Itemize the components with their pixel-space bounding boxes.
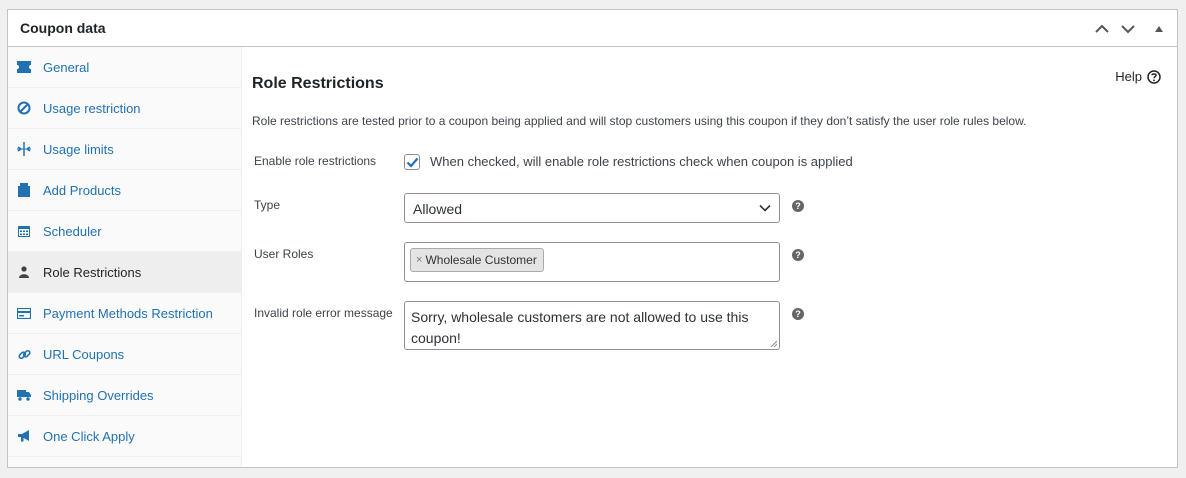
chevron-down-icon [1121,25,1135,34]
question-circle-icon [1147,69,1161,84]
help-label: Help [1115,69,1142,84]
help-link[interactable]: Help [1115,69,1161,84]
move-up-button[interactable] [1092,19,1112,39]
error-message-textarea[interactable]: Sorry, wholesale customers are not allow… [404,301,780,350]
enable-role-restrictions-checkbox[interactable] [404,154,420,170]
tab-shipping-overrides[interactable]: Shipping Overrides [8,375,241,416]
user-icon [17,265,31,279]
role-tag: × Wholesale Customer [410,248,544,272]
tab-one-click-apply[interactable]: One Click Apply [8,416,241,457]
tab-url-coupons[interactable]: URL Coupons [8,334,241,375]
ticket-icon [17,60,31,74]
panel-header: Coupon data [8,10,1177,47]
truck-icon [17,388,31,402]
tab-add-products[interactable]: Add Products [8,170,241,211]
error-message-help-tip[interactable]: ? [792,308,804,320]
type-label: Type [254,198,281,212]
tab-label: Usage limits [43,142,114,157]
box-icon [17,183,31,197]
tab-label: Scheduler [43,224,102,239]
checkmark-icon [406,157,418,168]
coupon-data-panel: Coupon data General Usage restriction Us… [7,9,1178,468]
error-message-label: Invalid role error message [254,306,393,320]
card-icon [17,306,31,320]
tab-label: Shipping Overrides [43,388,154,403]
tab-usage-restriction[interactable]: Usage restriction [8,88,241,129]
triangle-up-icon [1155,26,1163,32]
limits-icon [17,142,31,156]
link-icon [17,347,31,361]
panel-title: Coupon data [20,20,106,36]
tab-label: Add Products [43,183,122,198]
tab-general[interactable]: General [8,47,241,88]
remove-tag-icon[interactable]: × [416,254,422,266]
tab-label: One Click Apply [43,429,135,444]
user-roles-label: User Roles [254,247,314,261]
tab-label: Payment Methods Restriction [43,306,213,321]
section-description: Role restrictions are tested prior to a … [252,114,1027,128]
tab-usage-limits[interactable]: Usage limits [8,129,241,170]
section-heading: Role Restrictions [252,75,384,92]
type-select[interactable]: Allowed [404,193,780,223]
tab-scheduler[interactable]: Scheduler [8,211,241,252]
move-down-button[interactable] [1118,19,1138,39]
megaphone-icon [17,429,31,443]
chevron-down-icon [759,204,771,212]
enable-role-restrictions-label: Enable role restrictions [254,154,377,168]
tab-label: Usage restriction [43,101,141,116]
chevron-up-icon [1095,24,1109,33]
tab-role-restrictions[interactable]: Role Restrictions [8,252,241,293]
user-roles-help-tip[interactable]: ? [792,249,804,261]
calendar-icon [17,224,31,238]
tab-label: Role Restrictions [43,265,142,280]
ban-icon [17,101,31,115]
tab-payment-methods-restriction[interactable]: Payment Methods Restriction [8,293,241,334]
tab-label: URL Coupons [43,347,125,362]
toggle-panel-button[interactable] [1149,19,1169,39]
type-help-tip[interactable]: ? [792,200,804,212]
resize-grip-icon[interactable] [770,340,777,347]
tab-label: General [43,60,90,75]
type-selected-value: Allowed [413,201,463,217]
role-tag-label: Wholesale Customer [425,253,537,267]
user-roles-multiselect[interactable]: × Wholesale Customer [404,242,780,282]
coupon-tabs-sidebar: General Usage restriction Usage limits A… [8,47,242,467]
error-message-text: Sorry, wholesale customers are not allow… [411,309,749,346]
enable-role-restrictions-description: When checked, will enable role restricti… [430,154,853,169]
role-restrictions-panel: Role Restrictions Help Role restrictions… [243,47,1177,467]
